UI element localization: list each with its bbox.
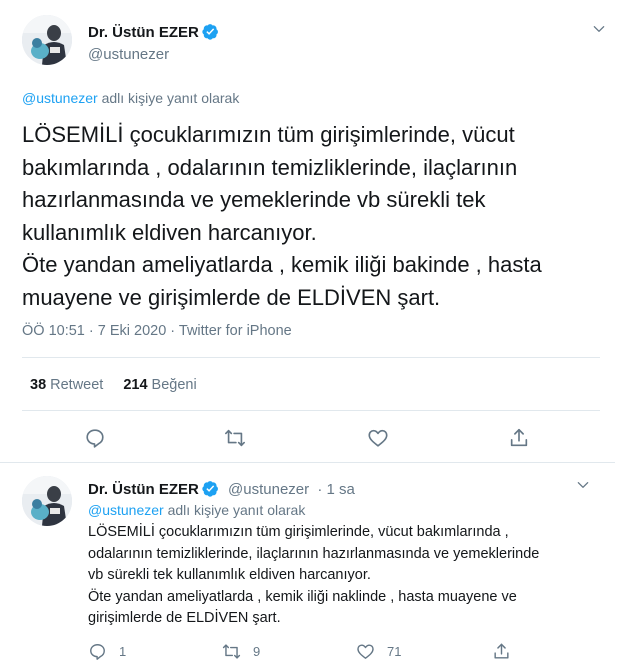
reply-count: 1	[119, 644, 127, 659]
verified-badge-icon	[202, 480, 219, 497]
like-count: 71	[387, 644, 402, 659]
main-tweet: Dr. Üstün EZER @ustunezer @ustunezer adl…	[0, 0, 615, 460]
tweet-meta[interactable]: ÖÖ 10:51 · 7 Eki 2020 · Twitter for iPho…	[22, 323, 292, 339]
verified-badge-icon	[202, 23, 219, 40]
divider	[22, 410, 600, 411]
tweet-text-line: hazırlanmasında ve yemeklerinde vb sürek…	[22, 187, 486, 213]
tweet-text-line: kullanımlık eldiven harcanıyor.	[22, 219, 317, 245]
reply-context: @ustunezer adlı kişiye yanıt olarak	[88, 502, 305, 518]
tweet-text-line: girişimlerde de ELDİVEN şart.	[88, 610, 281, 626]
like-stat[interactable]: 214 Beğeni	[123, 377, 196, 393]
tweet-text-line: LÖSEMİLİ çocuklarımızın tüm girişimlerin…	[22, 122, 515, 147]
reply-author-row: Dr. Üstün EZER @ustunezer · 1 sa	[88, 480, 355, 498]
reply-to-text: adlı kişiye yanıt olarak	[101, 90, 240, 106]
tweet-text-line: bakımlarında , odalarının temizliklerind…	[22, 154, 518, 180]
retweet-icon[interactable]	[222, 642, 241, 661]
avatar-image	[22, 476, 72, 526]
share-icon[interactable]	[508, 427, 530, 449]
tweet-text: LÖSEMİLİ çocuklarımızın tüm girişimlerin…	[22, 119, 602, 315]
tweet-text: LÖSEMİLİ çocuklarımızın tüm girişimlerin…	[88, 522, 608, 630]
avatar-image	[22, 15, 72, 65]
tweet-text-line: LÖSEMİLİ çocuklarımızın tüm girişimlerin…	[88, 524, 509, 540]
tweet-text-line: odalarının temizliklerinde, ilaçlarının …	[88, 545, 540, 562]
avatar[interactable]	[22, 15, 72, 65]
reply-context: @ustunezer adlı kişiye yanıt olarak	[22, 90, 239, 106]
divider	[22, 357, 600, 358]
tweet-time[interactable]: · 1 sa	[317, 481, 355, 498]
chevron-down-icon[interactable]	[576, 478, 590, 492]
author-name[interactable]: Dr. Üstün EZER	[88, 24, 199, 41]
author-name[interactable]: Dr. Üstün EZER	[88, 481, 199, 498]
retweet-count: 9	[253, 644, 261, 659]
divider	[0, 462, 615, 463]
author-row: Dr. Üstün EZER	[88, 23, 219, 42]
reply-to-text: adlı kişiye yanıt olarak	[167, 502, 306, 518]
chevron-down-icon[interactable]	[592, 22, 606, 36]
reply-to-link[interactable]: @ustunezer	[88, 502, 164, 518]
avatar[interactable]	[22, 476, 72, 526]
reply-icon[interactable]	[88, 642, 107, 661]
share-icon[interactable]	[492, 642, 511, 661]
tweet-stats: 38 Retweet 214 Beğeni	[30, 377, 197, 393]
like-icon[interactable]	[356, 642, 375, 661]
tweet-text-line: Öte yandan ameliyatlarda , kemik iliği n…	[88, 588, 517, 605]
reply-icon[interactable]	[84, 427, 106, 449]
tweet-text-line: Öte yandan ameliyatlarda , kemik iliği b…	[22, 252, 542, 278]
like-icon[interactable]	[367, 427, 389, 449]
tweet-text-line: vb sürekli tek kullanımlık eldiven harca…	[88, 567, 371, 583]
author-handle[interactable]: @ustunezer	[88, 46, 169, 63]
retweet-stat[interactable]: 38 Retweet	[30, 377, 103, 393]
author-handle[interactable]: @ustunezer	[228, 481, 309, 498]
retweet-icon[interactable]	[224, 427, 246, 449]
tweet-text-line: muayene ve girişimlerde de ELDİVEN şart.	[22, 284, 441, 310]
reply-to-link[interactable]: @ustunezer	[22, 90, 98, 106]
